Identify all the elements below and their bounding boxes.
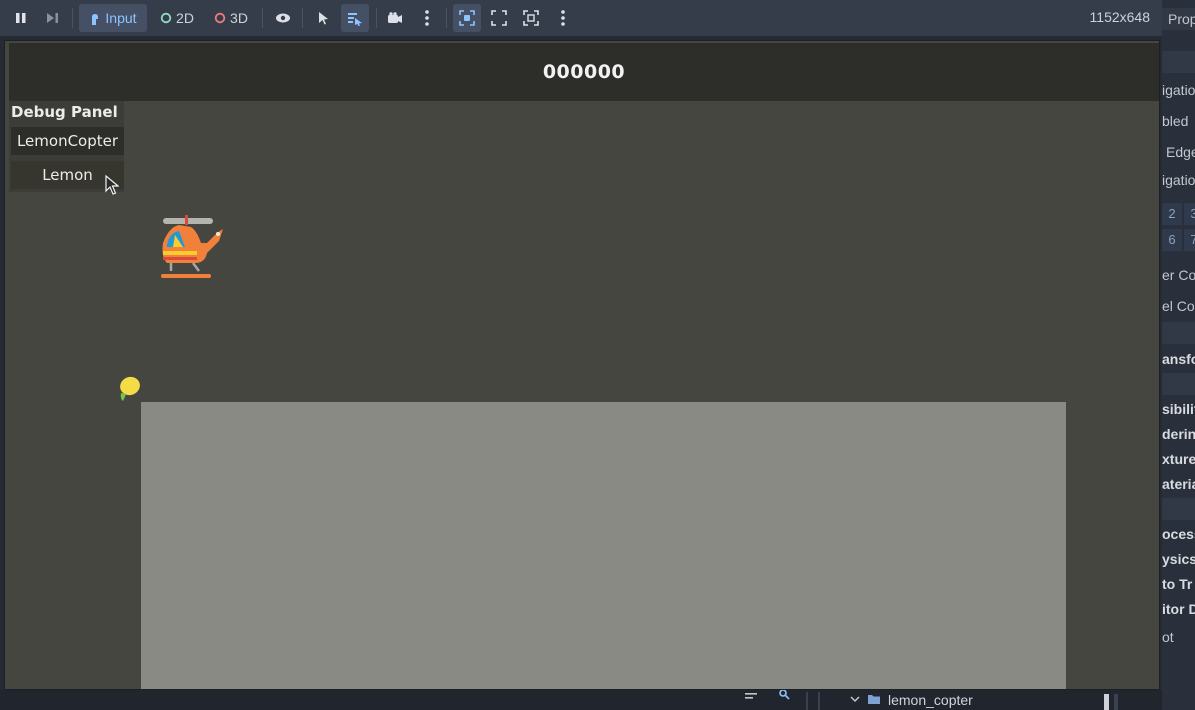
stretch-button[interactable]: [520, 4, 542, 32]
ground-block: [141, 402, 1066, 689]
chevron-down-icon[interactable]: [850, 696, 860, 704]
property-label: er Cos: [1162, 267, 1195, 283]
pointer-icon: [319, 12, 328, 25]
divider: [818, 692, 820, 710]
section-auto-translate[interactable]: to Tr: [1162, 573, 1195, 595]
more-options-button[interactable]: [416, 4, 438, 32]
section-physics[interactable]: ysics: [1162, 548, 1195, 570]
search-icon[interactable]: [777, 690, 791, 700]
property-label: igatio: [1162, 82, 1195, 98]
section-band: [1162, 498, 1195, 520]
next-frame-button[interactable]: [42, 4, 64, 32]
section-process[interactable]: ocess: [1162, 523, 1195, 545]
score-bar: 000000: [9, 43, 1159, 101]
lemoncopter-button[interactable]: LemonCopter: [11, 127, 124, 155]
separator: [376, 8, 377, 28]
section-texture[interactable]: xture: [1162, 448, 1195, 470]
inspector-panel: Prop igatio bled Edge igatio 2 3 6 7 er …: [1162, 0, 1195, 710]
layer-cell[interactable]: 3: [1184, 203, 1195, 225]
list-pointer-icon: [348, 12, 362, 26]
mode-2d-button[interactable]: 2D: [155, 4, 199, 32]
kebab-menu-icon: [561, 10, 565, 26]
select-tool-button[interactable]: [312, 4, 334, 32]
camera-override-button[interactable]: [384, 4, 406, 32]
property-label: Edge: [1166, 144, 1195, 160]
resolution-label: 1152x648: [1089, 9, 1150, 25]
property-label: ot: [1162, 629, 1174, 645]
section-visibility[interactable]: sibilit: [1162, 398, 1195, 420]
circle-3d-icon: [214, 12, 226, 24]
eye-icon: [276, 13, 290, 23]
pause-button[interactable]: [10, 4, 32, 32]
divider: [806, 692, 808, 710]
property-label: bled: [1162, 113, 1189, 129]
separator: [446, 8, 447, 28]
property-label: el Co: [1162, 298, 1195, 314]
input-mode-label: Input: [105, 10, 137, 26]
folder-name[interactable]: lemon_copter: [888, 692, 973, 708]
input-mode-button[interactable]: Input: [79, 4, 147, 32]
property-label: igatio: [1162, 172, 1195, 188]
camera-icon: [388, 12, 402, 23]
kebab-menu-icon: [425, 10, 429, 26]
mode-2d-label: 2D: [176, 10, 194, 26]
mode-3d-label: 3D: [230, 10, 248, 26]
section-band: [1162, 322, 1195, 344]
embed-icon: [459, 10, 475, 26]
layer-cell[interactable]: 7: [1184, 229, 1195, 251]
section-editor-description[interactable]: itor D: [1162, 598, 1195, 620]
expand-icon: [491, 10, 507, 26]
hand-icon: [92, 13, 99, 25]
folder-icon: [868, 695, 880, 704]
lemon-sprite: [120, 376, 140, 401]
debug-panel-title: Debug Panel: [11, 103, 118, 121]
list-select-button[interactable]: [341, 4, 369, 32]
game-viewport[interactable]: 000000 Debug Panel LemonCopter Lemon: [4, 40, 1160, 690]
score-label: 000000: [542, 61, 626, 83]
embed-options-button[interactable]: [552, 4, 574, 32]
next-frame-icon: [47, 13, 58, 23]
layer-cell[interactable]: 6: [1162, 229, 1182, 251]
mode-3d-button[interactable]: 3D: [209, 4, 253, 32]
section-transform[interactable]: ansfo: [1162, 348, 1195, 370]
embed-game-button[interactable]: [453, 4, 481, 32]
inspector-tab[interactable]: Prop: [1168, 8, 1195, 30]
game-view-toolbar: Input 2D 3D 1152x648: [0, 0, 1162, 36]
visibility-button[interactable]: [272, 4, 294, 32]
sort-icon[interactable]: [744, 690, 758, 702]
scrollbar-handle[interactable]: [1104, 694, 1109, 710]
section-ordering[interactable]: derin: [1162, 423, 1195, 445]
mouse-cursor-icon: [105, 175, 119, 195]
layer-cell[interactable]: 2: [1162, 203, 1182, 225]
separator: [262, 8, 263, 28]
section-band: [1162, 373, 1195, 395]
separator: [302, 8, 303, 28]
circle-2d-icon: [160, 12, 172, 24]
fullscreen-icon: [523, 10, 539, 26]
divider: [1114, 694, 1118, 710]
filesystem-strip: lemon_copter: [0, 690, 1162, 710]
section-material[interactable]: ateria: [1162, 473, 1195, 495]
separator: [72, 8, 73, 28]
section-band: [1162, 51, 1195, 73]
keep-aspect-button[interactable]: [488, 4, 510, 32]
pause-icon: [16, 13, 26, 23]
helicopter-sprite: [161, 215, 223, 278]
